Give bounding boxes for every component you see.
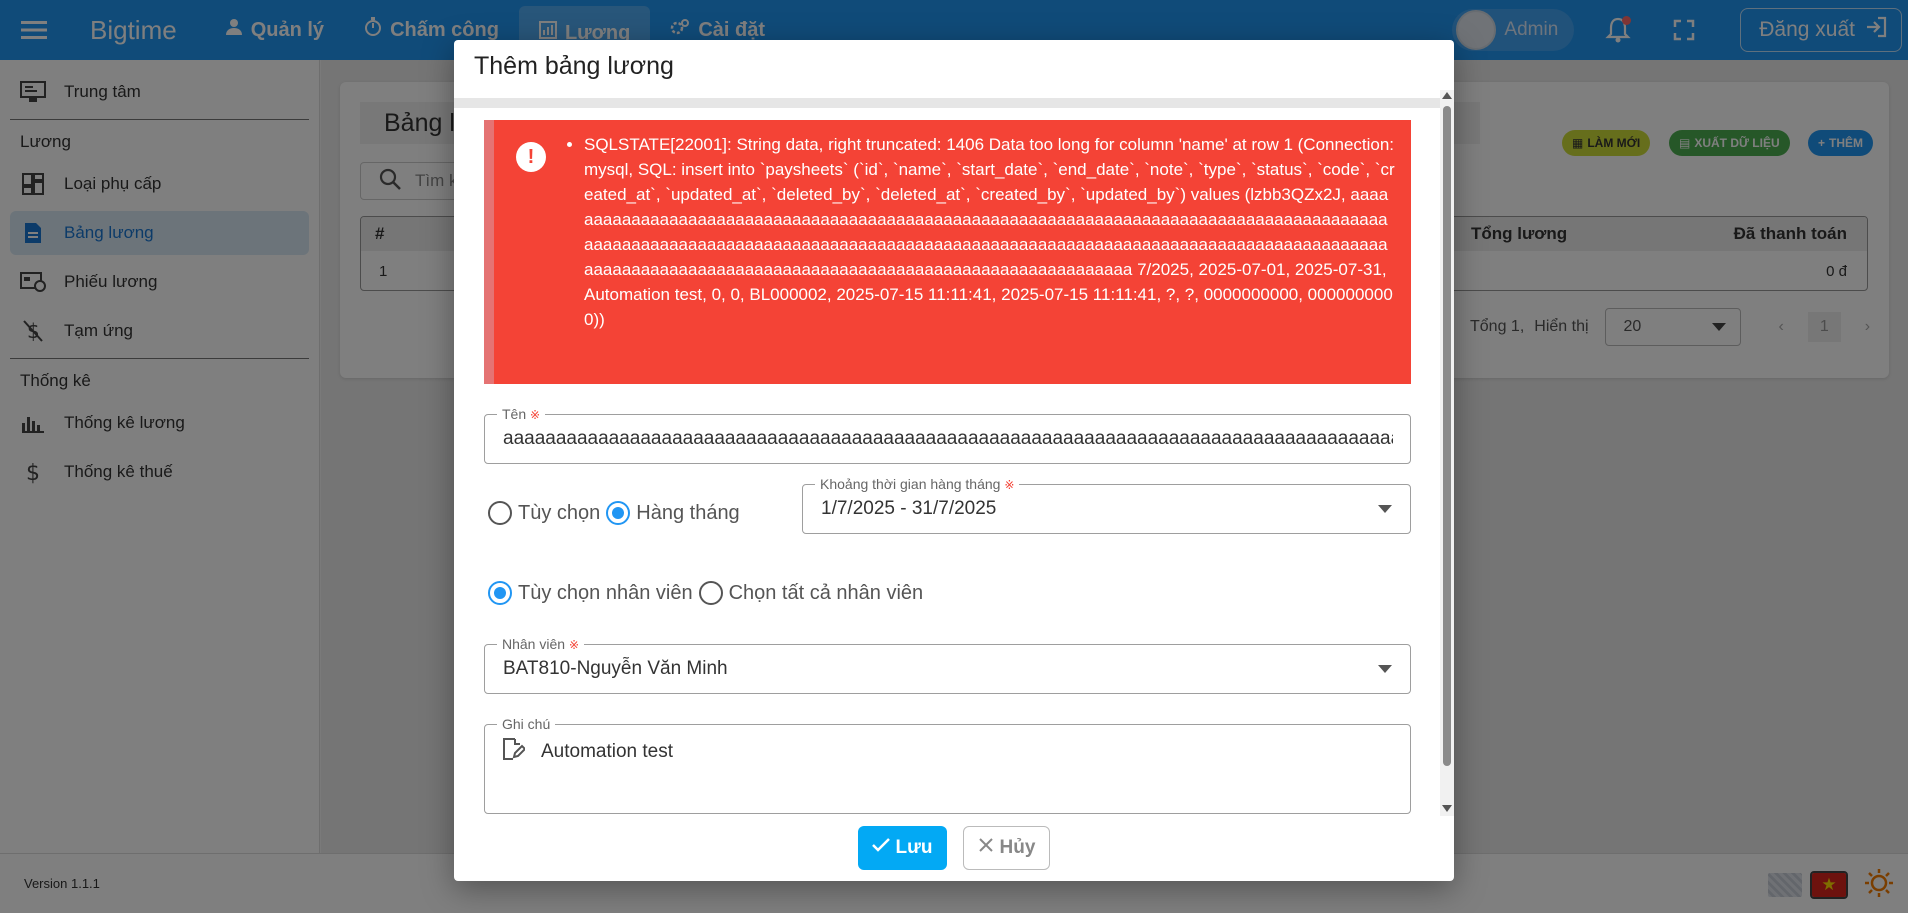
period-select[interactable]: Khoảng thời gian hàng tháng ※ 1/7/2025 -… [802,476,1411,534]
name-field[interactable]: Tên ※ aaaaaaaaaaaaaaaaaaaaaaaaaaaaaaaaaa… [484,406,1411,464]
note-value: Automation test [541,741,674,762]
dialog-scrollbar[interactable] [1440,90,1454,816]
chevron-down-icon [1378,505,1392,513]
radio-monthly[interactable] [606,501,631,525]
note-label: Ghi chú [497,716,556,732]
employee-select[interactable]: Nhân viên ※ BAT810-Nguyễn Văn Minh [484,636,1411,694]
error-message: SQLSTATE[22001]: String data, right trun… [584,132,1396,332]
dialog-actions: Lưu Hủy [454,826,1454,870]
add-paysheet-dialog: Thêm bảng lương ! SQLSTATE[22001]: Strin… [454,40,1454,881]
period-value: 1/7/2025 - 31/7/2025 [821,498,997,519]
radio-all-employees-label[interactable]: Chọn tất cả nhân viên [729,582,924,605]
save-label: Lưu [895,837,933,858]
radio-choose-employee[interactable] [488,581,512,605]
edit-note-icon [501,737,527,766]
radio-custom-label[interactable]: Tùy chọn [518,502,600,525]
scroll-up-icon[interactable] [1442,92,1452,99]
chevron-down-icon [1378,665,1392,673]
radio-all-employees[interactable] [698,581,723,605]
required-mark: ※ [1004,478,1015,492]
name-value: aaaaaaaaaaaaaaaaaaaaaaaaaaaaaaaaaaaaaaaa… [503,428,1393,449]
type-radio-group: Tùy chọn Hàng tháng [488,501,740,525]
save-button[interactable]: Lưu [857,826,947,870]
radio-choose-employee-label[interactable]: Tùy chọn nhân viên [518,582,693,605]
note-textarea[interactable]: Ghi chú Automation test [484,716,1411,814]
employee-value: BAT810-Nguyễn Văn Minh [503,658,728,679]
exclamation-icon: ! [516,142,546,172]
scroll-thumb[interactable] [1443,106,1451,766]
employee-radio-group: Tùy chọn nhân viên Chọn tất cả nhân viên [488,581,923,605]
scroll-down-icon[interactable] [1442,805,1452,812]
error-list: SQLSTATE[22001]: String data, right trun… [584,132,1396,332]
check-icon [871,837,890,859]
cancel-label: Hủy [999,837,1036,858]
dialog-body: ! SQLSTATE[22001]: String data, right tr… [454,98,1440,816]
close-icon [978,837,994,859]
cancel-button[interactable]: Hủy [962,826,1051,870]
radio-monthly-label[interactable]: Hàng tháng [636,502,739,525]
radio-custom[interactable] [488,501,512,525]
error-alert: ! SQLSTATE[22001]: String data, right tr… [484,120,1411,384]
dialog-title: Thêm bảng lương [474,52,674,80]
